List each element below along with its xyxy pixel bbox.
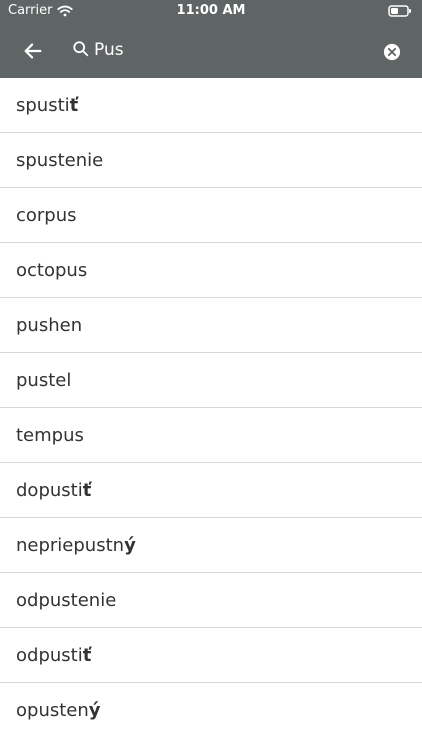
result-item[interactable]: corpus — [0, 188, 422, 243]
result-text-main: pustel — [16, 369, 72, 391]
result-item[interactable]: octopus — [0, 243, 422, 298]
result-text-main: odpustenie — [16, 589, 117, 611]
dictionary-search-screen: Carrier 11:00 AM Pus spusti ť spustenie … — [0, 0, 422, 750]
clear-search-button[interactable] — [380, 38, 404, 62]
result-item[interactable]: odpustenie — [0, 573, 422, 628]
result-text-main: odpusti — [16, 644, 83, 666]
status-bar: Carrier 11:00 AM — [0, 0, 422, 22]
top-header: Carrier 11:00 AM — [0, 0, 422, 78]
result-item[interactable]: tempus — [0, 408, 422, 463]
search-input[interactable] — [94, 34, 364, 66]
result-text-accent: ý — [124, 534, 136, 556]
result-text-main: dopusti — [16, 479, 83, 501]
result-text-main: tempus — [16, 424, 84, 446]
close-circle-icon — [383, 43, 401, 60]
result-text-accent: ť — [82, 479, 92, 501]
result-item[interactable]: spustenie — [0, 133, 422, 188]
result-item[interactable]: pushen — [0, 298, 422, 353]
arrow-left-icon — [24, 43, 42, 59]
result-text-main: octopus — [16, 259, 88, 281]
result-text-accent: ý — [88, 700, 101, 721]
result-text-main: nepriepustn — [16, 534, 125, 556]
result-item[interactable]: dopusti ť — [0, 463, 422, 518]
result-text-main: pushen — [16, 314, 83, 336]
result-item[interactable]: nepriepustn ý — [0, 518, 422, 573]
search-results-list: spusti ť spustenie corpus octopus pushen … — [0, 78, 422, 750]
result-item[interactable]: pustel — [0, 353, 422, 408]
result-item[interactable]: opusten ý — [0, 683, 422, 738]
result-item[interactable]: spusti ť — [0, 78, 422, 133]
result-text-accent: ť — [69, 94, 79, 116]
result-text-main: spustenie — [16, 149, 104, 171]
search-bar — [0, 22, 422, 78]
result-text-main: opusten — [16, 700, 89, 721]
result-text-main: corpus — [16, 204, 77, 226]
result-text-accent: ť — [82, 644, 92, 666]
result-text-main: spusti — [16, 94, 70, 116]
status-time: 11:00 AM — [176, 3, 246, 18]
back-button[interactable] — [16, 34, 50, 64]
result-item[interactable]: odpusti ť — [0, 628, 422, 683]
search-icon — [73, 41, 89, 57]
battery-icon — [388, 5, 411, 17]
